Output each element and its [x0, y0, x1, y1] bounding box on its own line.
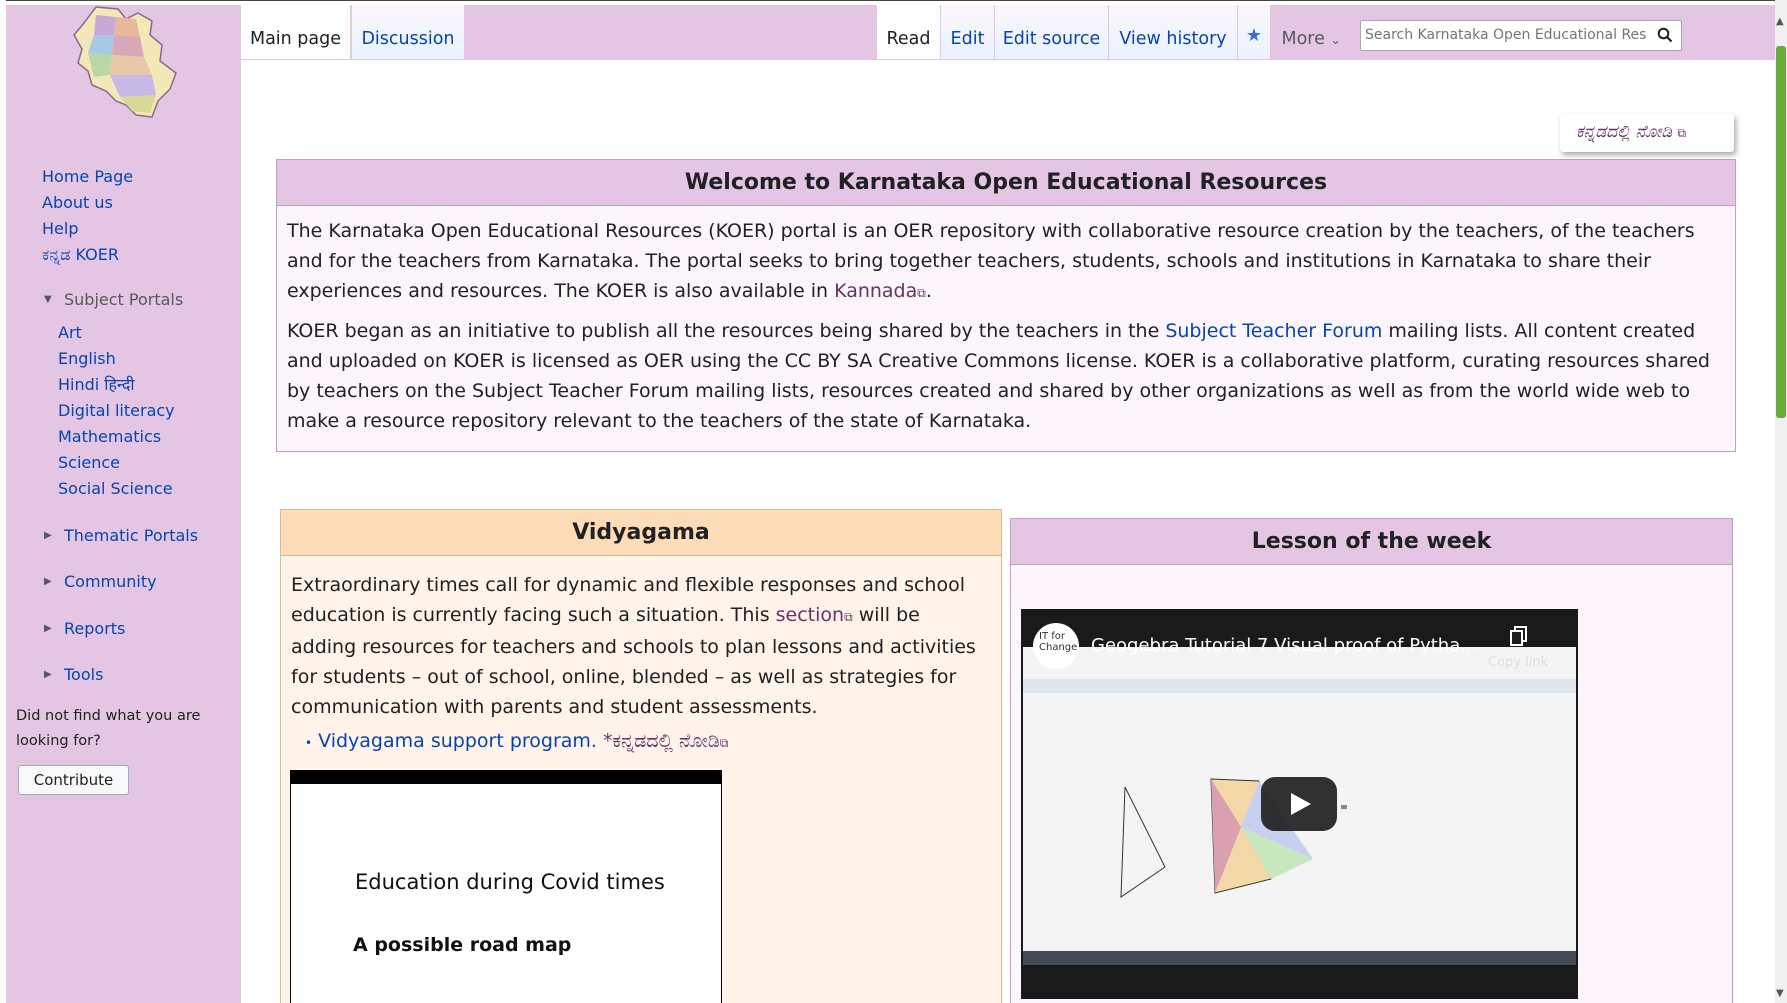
- external-link-icon: ⧉: [1677, 126, 1687, 140]
- youtube-video-embed[interactable]: IT for Change Geogebra Tutorial 7 Visual…: [1021, 609, 1578, 999]
- thematic-portals-toggle[interactable]: ▶ Thematic Portals: [44, 526, 198, 545]
- tools-label: Tools: [64, 665, 104, 684]
- not-found-text: Did not find what you are looking for?: [16, 708, 201, 749]
- tab-read[interactable]: Read: [877, 5, 940, 59]
- chevron-right-icon: ▶: [44, 623, 52, 634]
- tab-main-page[interactable]: Main page: [241, 5, 351, 59]
- sidebar-item-art[interactable]: Art: [58, 320, 175, 346]
- more-menu[interactable]: More ⌄: [1271, 5, 1351, 59]
- subject-portals-label: Subject Portals: [64, 290, 184, 309]
- search-input[interactable]: [1365, 21, 1647, 49]
- tab-discussion[interactable]: Discussion: [352, 5, 464, 59]
- sidebar: [6, 5, 241, 1003]
- chevron-down-icon: ⌄: [1330, 33, 1341, 47]
- scroll-down-icon[interactable]: ▼: [1776, 988, 1784, 999]
- sidebar-item-digital-literacy[interactable]: Digital literacy: [58, 398, 175, 424]
- chevron-right-icon: ▶: [44, 576, 52, 587]
- copy-icon[interactable]: [1509, 625, 1529, 647]
- welcome-title: Welcome to Karnataka Open Educational Re…: [277, 160, 1735, 206]
- welcome-paragraph-1: The Karnataka Open Educational Resources…: [287, 220, 1695, 302]
- welcome-p1-text: The Karnataka Open Educational Resources…: [287, 220, 1695, 302]
- list-item: • Vidyagama support program. *ಕನ್ನಡದಲ್ಲಿ…: [305, 730, 728, 752]
- sidebar-item-help[interactable]: Help: [42, 216, 133, 242]
- welcome-p2-start: KOER began as an initiative to publish a…: [287, 320, 1166, 342]
- scrollbar-thumb[interactable]: [1776, 46, 1786, 418]
- chevron-right-icon: ▶: [44, 530, 52, 541]
- covid-card-subtitle: A possible road map: [353, 934, 572, 956]
- chevron-down-icon: ▼: [44, 294, 52, 305]
- vidyagama-support-link[interactable]: Vidyagama support program.: [318, 730, 597, 752]
- external-link-icon: ⧉: [917, 286, 926, 300]
- play-button[interactable]: [1261, 777, 1337, 831]
- tab-edit-source[interactable]: Edit source: [995, 5, 1108, 59]
- welcome-panel: Welcome to Karnataka Open Educational Re…: [276, 159, 1736, 452]
- sidebar-item-science[interactable]: Science: [58, 450, 175, 476]
- more-label: More: [1281, 29, 1325, 49]
- contribute-button[interactable]: Contribute: [18, 765, 129, 795]
- chevron-right-icon: ▶: [44, 669, 52, 680]
- watch-star-icon[interactable]: ★: [1238, 5, 1270, 59]
- welcome-paragraph-2: KOER began as an initiative to publish a…: [287, 316, 1727, 436]
- vidyagama-paragraph: Extraordinary times call for dynamic and…: [291, 570, 991, 722]
- kannada-view-link[interactable]: ಕನ್ನಡದಲ್ಲಿ ನೋಡಿ ⧉: [1560, 114, 1734, 152]
- video-title[interactable]: Geogebra Tutorial 7 Visual proof of Pyth…: [1091, 635, 1477, 656]
- vidyagama-panel: Vidyagama Extraordinary times call for d…: [280, 509, 1002, 1003]
- tab-edit[interactable]: Edit: [941, 5, 994, 59]
- kannada-view-label: ಕನ್ನಡದಲ್ಲಿ ನೋಡಿ: [1576, 122, 1673, 142]
- karnataka-map-logo[interactable]: [66, 5, 184, 120]
- reports-label: Reports: [64, 619, 126, 638]
- sidebar-item-home[interactable]: Home Page: [42, 164, 133, 190]
- subject-portals-heading[interactable]: ▼ Subject Portals: [44, 290, 183, 309]
- sidebar-item-kannada-koer[interactable]: ಕನ್ನಡ KOER: [42, 242, 133, 268]
- covid-card-title: Education during Covid times: [355, 870, 665, 894]
- lesson-title: Lesson of the week: [1011, 519, 1732, 565]
- tools-toggle[interactable]: ▶ Tools: [44, 665, 103, 684]
- community-label: Community: [64, 572, 157, 591]
- external-link-icon: ⧉: [719, 736, 729, 750]
- search-icon[interactable]: [1657, 27, 1673, 43]
- channel-name: IT for Change: [1039, 631, 1078, 653]
- sidebar-item-about[interactable]: About us: [42, 190, 133, 216]
- reports-toggle[interactable]: ▶ Reports: [44, 619, 125, 638]
- sidebar-nav: Home Page About us Help ಕನ್ನಡ KOER: [42, 164, 133, 268]
- sidebar-item-mathematics[interactable]: Mathematics: [58, 424, 175, 450]
- scroll-up-icon[interactable]: ▲: [1776, 16, 1784, 27]
- sidebar-item-hindi[interactable]: Hindi हिन्दी: [58, 372, 175, 398]
- video-taskbar-graphic: [1023, 951, 1576, 965]
- subject-portals-list: Art English Hindi हिन्दी Digital literac…: [58, 320, 175, 502]
- lesson-panel: Lesson of the week IT for Change Geogebr…: [1010, 518, 1733, 1003]
- sidebar-item-social-science[interactable]: Social Science: [58, 476, 175, 502]
- community-toggle[interactable]: ▶ Community: [44, 572, 157, 591]
- copy-link-label[interactable]: Copy link: [1488, 655, 1548, 670]
- external-link-icon: ⧉: [844, 610, 853, 624]
- search-box: [1360, 20, 1682, 51]
- bullet-icon: •: [305, 736, 313, 750]
- covid-roadmap-card[interactable]: Education during Covid times A possible …: [290, 770, 722, 1003]
- tab-view-history[interactable]: View history: [1109, 5, 1237, 59]
- section-link[interactable]: section: [776, 604, 844, 626]
- sidebar-item-english[interactable]: English: [58, 346, 175, 372]
- channel-avatar[interactable]: IT for Change: [1033, 623, 1079, 669]
- vidyagama-kannada-link[interactable]: *ಕನ್ನಡದಲ್ಲಿ ನೋಡಿ: [603, 730, 720, 752]
- kannada-link[interactable]: Kannada: [834, 280, 917, 302]
- subject-teacher-forum-link[interactable]: Subject Teacher Forum: [1165, 320, 1382, 342]
- vidyagama-title: Vidyagama: [281, 510, 1001, 556]
- thematic-portals-label: Thematic Portals: [64, 526, 199, 545]
